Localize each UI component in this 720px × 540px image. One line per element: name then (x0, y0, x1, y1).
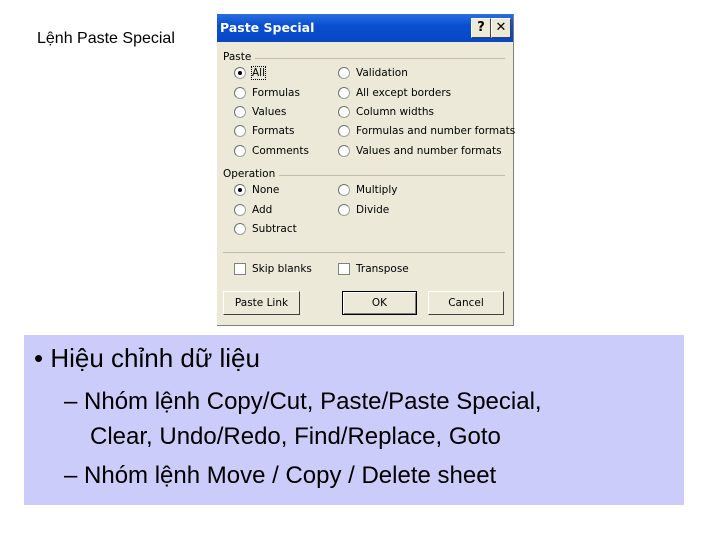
radio-icon (338, 67, 350, 79)
paste-link-button[interactable]: Paste Link (223, 291, 300, 315)
radio-add[interactable]: Add (234, 204, 272, 216)
radio-multiply[interactable]: Multiply (338, 184, 397, 196)
radio-icon (234, 204, 246, 216)
radio-icon (234, 87, 246, 99)
radio-icon (234, 106, 246, 118)
radio-divide[interactable]: Divide (338, 204, 389, 216)
close-icon[interactable]: ✕ (491, 18, 511, 38)
radio-formulas[interactable]: Formulas (234, 87, 300, 99)
radio-icon (234, 223, 246, 235)
radio-icon (338, 145, 350, 157)
radio-values-number-formats[interactable]: Values and number formats (338, 145, 502, 157)
sub-item-continuation: Clear, Undo/Redo, Find/Replace, Goto (90, 423, 501, 450)
radio-none[interactable]: None (234, 184, 279, 196)
ok-button[interactable]: OK (342, 291, 417, 315)
sub-item: – Nhóm lệnh Move / Copy / Delete sheet (64, 462, 497, 489)
bullet-heading: • Hiệu chỉnh dữ liệu (34, 343, 260, 373)
options-divider (223, 252, 505, 253)
radio-icon (234, 125, 246, 137)
radio-icon (234, 184, 246, 196)
paste-special-dialog: Paste Special ? ✕ Paste All Formulas Val… (217, 14, 515, 326)
radio-subtract[interactable]: Subtract (234, 223, 297, 235)
radio-icon (338, 125, 350, 137)
radio-validation[interactable]: Validation (338, 67, 408, 79)
radio-icon (338, 204, 350, 216)
checkbox-icon (234, 263, 246, 275)
radio-icon (338, 106, 350, 118)
radio-icon (338, 87, 350, 99)
radio-values[interactable]: Values (234, 106, 286, 118)
checkbox-icon (338, 263, 350, 275)
radio-icon (234, 67, 246, 79)
dialog-title: Paste Special (220, 20, 315, 35)
operation-group-label: Operation (223, 168, 280, 180)
radio-formulas-number-formats[interactable]: Formulas and number formats (338, 125, 515, 137)
radio-icon (234, 145, 246, 157)
paste-group-divider (223, 58, 505, 59)
radio-column-widths[interactable]: Column widths (338, 106, 434, 118)
dialog-titlebar[interactable]: Paste Special ? ✕ (217, 14, 513, 42)
skip-blanks-checkbox[interactable]: Skip blanks (234, 263, 312, 275)
radio-comments[interactable]: Comments (234, 145, 309, 157)
help-icon[interactable]: ? (471, 18, 491, 38)
cancel-button[interactable]: Cancel (428, 291, 504, 315)
sub-item: – Nhóm lệnh Copy/Cut, Paste/Paste Specia… (64, 388, 542, 415)
radio-formats[interactable]: Formats (234, 125, 294, 137)
radio-all[interactable]: All (234, 66, 267, 80)
radio-icon (338, 184, 350, 196)
transpose-checkbox[interactable]: Transpose (338, 263, 409, 275)
paste-group-label: Paste (223, 51, 256, 63)
slide-caption: Lệnh Paste Special (37, 30, 175, 47)
radio-all-except-borders[interactable]: All except borders (338, 87, 451, 99)
